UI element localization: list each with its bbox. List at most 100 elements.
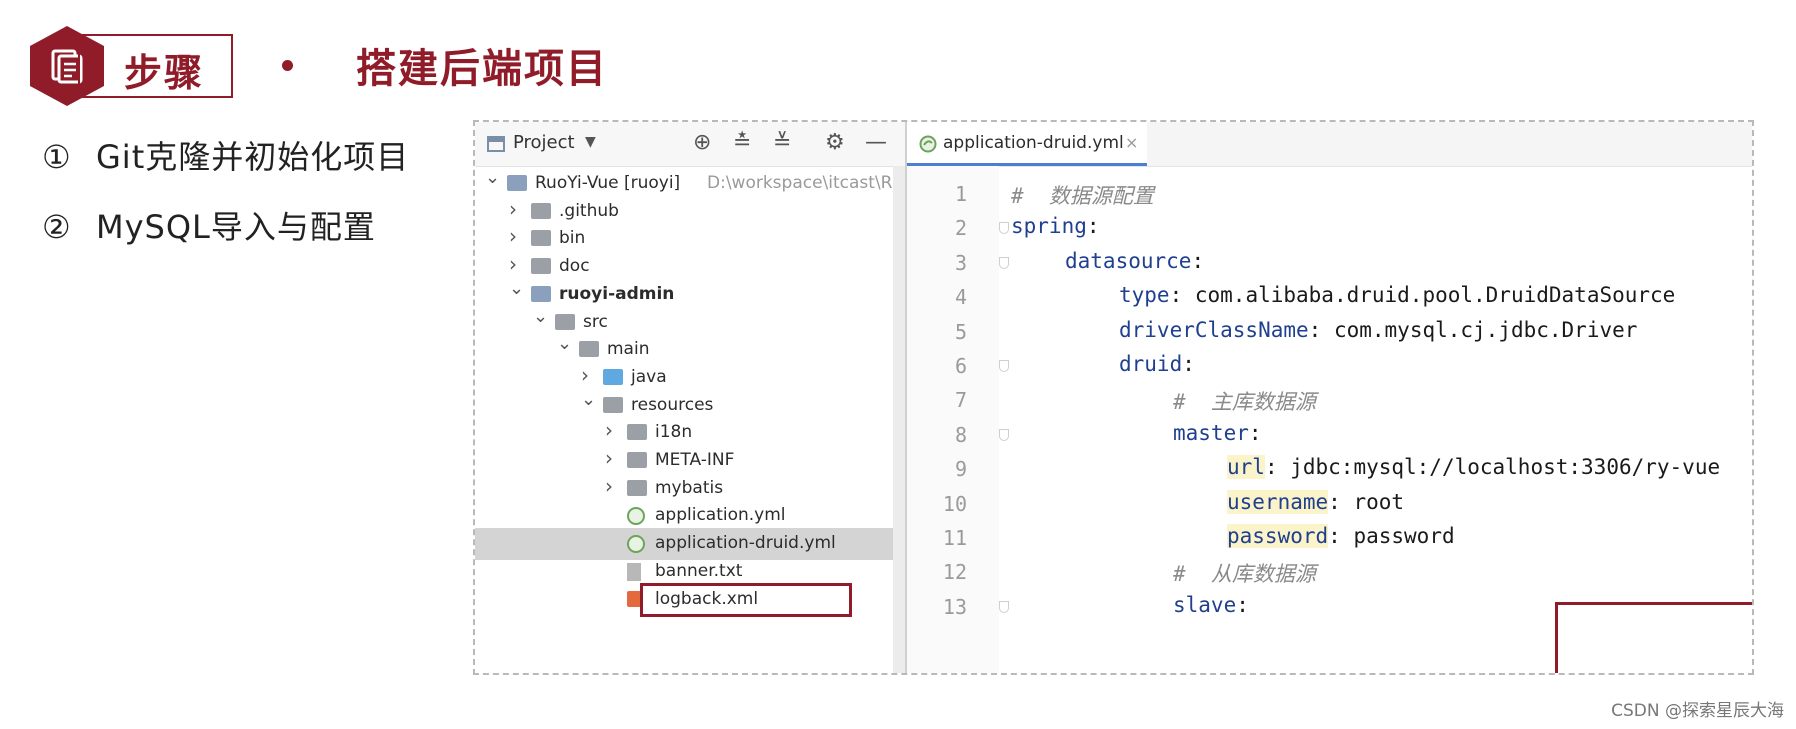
code-colon: : [1328, 524, 1341, 548]
tree-item-label: mybatis [655, 477, 724, 498]
step-number: ① [42, 138, 72, 176]
tree-item-label: application.yml [655, 505, 786, 526]
line-number: 5 [954, 319, 967, 344]
tree-item-label: ruoyi-admin [559, 283, 675, 304]
gear-icon[interactable]: ⚙ [825, 130, 845, 155]
fold-marker-icon[interactable] [999, 256, 1009, 269]
step-badge: 步骤 [78, 34, 233, 98]
code-value: jdbc:mysql://localhost:3306/ry-vue [1277, 455, 1721, 480]
chevron-down-icon[interactable]: ⌄ [485, 167, 500, 188]
folder-icon [531, 258, 551, 275]
fold-marker-icon[interactable] [999, 428, 1009, 441]
collapse-all-icon[interactable]: ≚ [773, 130, 791, 155]
code-colon: : [1236, 592, 1249, 617]
code-key: password [1227, 524, 1329, 548]
code-value: password [1340, 524, 1455, 548]
chevron-right-icon[interactable]: › [509, 252, 523, 276]
source-folder-icon [603, 368, 623, 385]
code-comment: # 从库数据源 [1173, 562, 1316, 587]
line-number: 4 [954, 285, 967, 310]
line-number: 9 [954, 457, 967, 482]
highlight-box-selected-file [640, 583, 852, 617]
project-panel-header: Project ▼ ⊕ ≛ ≚ ⚙ — [475, 122, 905, 167]
line-number-gutter: 1 2 3 4 5 6 7 8 9 10 11 12 13 [907, 166, 1009, 673]
project-window-icon [487, 136, 505, 152]
code-key: slave [1173, 592, 1237, 617]
step-item-1: ① Git克隆并初始化项目 [42, 132, 409, 178]
folder-icon [627, 479, 647, 496]
chevron-right-icon[interactable]: › [605, 446, 619, 470]
chevron-down-icon[interactable]: ⌄ [533, 306, 548, 327]
folder-icon [531, 202, 551, 219]
tree-item-label: src [583, 311, 608, 332]
code-value: root [1340, 489, 1405, 514]
code-line: druid: [1119, 352, 1195, 382]
code-line: slave: [1173, 593, 1249, 623]
tree-item-label: resources [631, 394, 714, 415]
project-view-selector[interactable]: Project [513, 132, 575, 153]
fold-marker-icon[interactable] [999, 222, 1009, 235]
code-line: type: com.alibaba.druid.pool.DruidDataSo… [1119, 283, 1675, 313]
line-number: 1 [954, 182, 967, 206]
code-key: datasource [1065, 248, 1192, 273]
line-number: 7 [954, 388, 967, 413]
fold-marker-icon[interactable] [999, 360, 1009, 372]
module-folder-icon [531, 285, 551, 302]
line-number: 8 [954, 422, 967, 447]
code-key: spring [1011, 214, 1087, 239]
step-number: ② [42, 208, 72, 246]
code-colon: : [1182, 352, 1195, 376]
minimize-icon[interactable]: — [865, 130, 887, 155]
folder-icon [627, 452, 647, 468]
line-number: 12 [942, 560, 967, 585]
code-comment: # 数据源配置 [1011, 184, 1154, 208]
bullet-dot [282, 60, 293, 71]
code-line: datasource: [1065, 249, 1204, 279]
tree-item-label: bin [559, 228, 586, 249]
step-item-2: ② MySQL导入与配置 [42, 202, 376, 248]
chevron-right-icon[interactable]: › [509, 197, 523, 221]
highlight-box-db-credentials [1555, 602, 1752, 673]
chevron-down-icon[interactable]: ⌄ [557, 333, 572, 354]
line-number: 13 [942, 594, 967, 619]
tree-item-label: META-INF [655, 450, 735, 470]
code-line: # 从库数据源 [1173, 558, 1316, 588]
code-value: com.alibaba.druid.pool.DruidDataSource [1182, 283, 1676, 308]
tab-application-druid-yml[interactable]: application-druid.yml × [907, 122, 1147, 166]
chevron-right-icon[interactable]: › [581, 363, 595, 387]
close-icon[interactable]: × [1125, 133, 1138, 152]
code-comment: # 主库数据源 [1173, 390, 1316, 415]
code-colon: : [1191, 248, 1205, 273]
expand-all-icon[interactable]: ≛ [733, 130, 751, 155]
tree-scrollbar[interactable] [893, 166, 905, 673]
chevron-down-icon[interactable]: ▼ [585, 134, 596, 150]
chevron-right-icon[interactable]: › [605, 418, 619, 442]
chevron-down-icon[interactable]: ⌄ [509, 278, 524, 299]
code-key: url [1227, 455, 1265, 480]
code-line: spring: [1011, 214, 1100, 244]
chevron-down-icon[interactable]: ⌄ [581, 389, 596, 410]
chevron-right-icon[interactable]: › [509, 224, 523, 248]
fold-marker-icon[interactable] [999, 600, 1009, 613]
code-line: # 主库数据源 [1173, 386, 1316, 416]
code-key: type [1119, 283, 1170, 308]
line-number: 6 [954, 354, 967, 378]
line-number: 11 [942, 526, 967, 550]
code-key: master [1173, 420, 1249, 445]
resources-folder-icon [603, 396, 623, 413]
target-icon[interactable]: ⊕ [693, 130, 711, 155]
code-line: password: password [1227, 524, 1455, 554]
line-number: 3 [954, 250, 967, 275]
code-key: driverClassName [1119, 317, 1309, 342]
chevron-right-icon[interactable]: › [605, 474, 619, 498]
module-folder-icon [507, 175, 527, 191]
folder-icon [579, 341, 599, 358]
code-colon: : [1328, 489, 1341, 514]
code-line: url: jdbc:mysql://localhost:3306/ry-vue [1227, 455, 1720, 485]
watermark: CSDN @探索星辰大海 [1611, 701, 1784, 721]
code-key: username [1227, 489, 1329, 514]
code-line: driverClassName: com.mysql.cj.jdbc.Drive… [1119, 318, 1637, 348]
step-label: Git克隆并初始化项目 [96, 138, 410, 176]
tree-item-label: i18n [655, 422, 693, 443]
text-file-icon [627, 562, 641, 581]
